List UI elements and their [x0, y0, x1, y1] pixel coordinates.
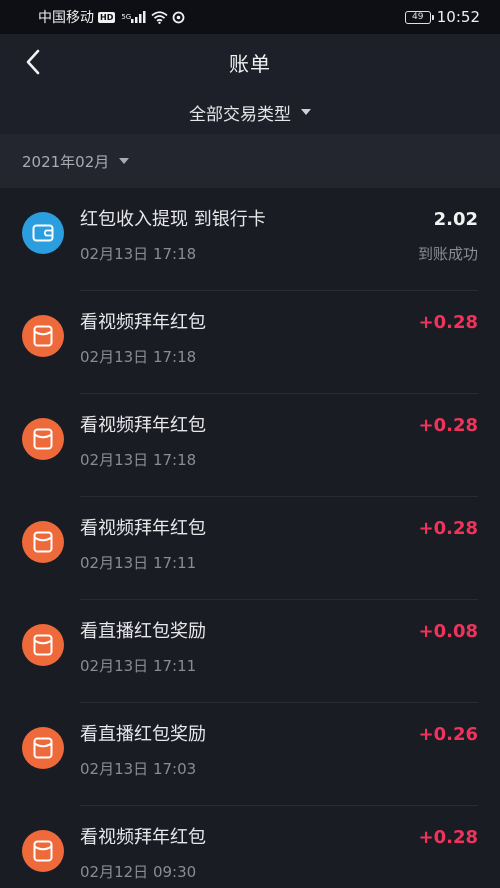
transaction-list: 红包收入提现 到银行卡 02月13日 17:18 2.02 到账成功 看视频拜年…: [0, 188, 500, 888]
transaction-item[interactable]: 看直播红包奖励 02月13日 17:03 +0.26: [0, 703, 500, 806]
month-label: 2021年02月: [22, 152, 110, 171]
transaction-amount: +0.26: [418, 724, 479, 745]
transaction-amount: 2.02: [433, 209, 478, 230]
transaction-amount: +0.28: [418, 415, 479, 436]
signal-icon: 5G: [119, 11, 147, 23]
transaction-status: 到账成功: [417, 245, 478, 263]
transaction-body: 看视频拜年红包 02月13日 17:11: [80, 517, 419, 573]
redpacket-icon: [22, 315, 64, 357]
caret-down-icon: [301, 109, 311, 115]
transaction-body: 看视频拜年红包 02月13日 17:18: [80, 311, 419, 367]
redpacket-icon: [22, 521, 64, 563]
carrier-name: 中国移动: [38, 10, 94, 26]
transaction-amount: +0.08: [418, 621, 479, 642]
transaction-title: 看视频拜年红包: [80, 827, 206, 848]
transaction-title: 红包收入提现 到银行卡: [80, 209, 266, 230]
month-selector[interactable]: 2021年02月: [0, 134, 500, 188]
wallet-icon: [22, 212, 64, 254]
transaction-title: 看直播红包奖励: [80, 724, 206, 745]
sync-icon: [172, 11, 185, 24]
transaction-amount: +0.28: [418, 518, 479, 539]
transaction-item[interactable]: 看直播红包奖励 02月13日 17:11 +0.08: [0, 600, 500, 703]
redpacket-icon: [22, 727, 64, 769]
transaction-right: +0.28: [419, 311, 479, 335]
transaction-item[interactable]: 看视频拜年红包 02月13日 17:18 +0.28: [0, 291, 500, 394]
transaction-item[interactable]: 看视频拜年红包 02月12日 09:30 +0.28: [0, 806, 500, 888]
status-bar: 中国移动 HD 5G 49 10:52: [0, 0, 500, 34]
battery-icon: 49: [404, 10, 434, 24]
transaction-time: 02月13日 17:18: [80, 451, 197, 469]
network-type: 5G: [121, 13, 132, 21]
transaction-item[interactable]: 看视频拜年红包 02月13日 17:11 +0.28: [0, 497, 500, 600]
status-time: 10:52: [436, 8, 480, 26]
wifi-icon: [151, 10, 168, 24]
transaction-right: +0.28: [419, 517, 479, 541]
transaction-right: +0.28: [419, 414, 479, 438]
transaction-title: 看视频拜年红包: [80, 518, 206, 539]
page-title: 账单: [229, 51, 271, 76]
transaction-body: 看视频拜年红包 02月13日 17:18: [80, 414, 419, 470]
transaction-amount: +0.28: [418, 827, 479, 848]
transaction-title: 看直播红包奖励: [80, 621, 206, 642]
redpacket-icon: [22, 418, 64, 460]
transaction-time: 02月13日 17:18: [80, 348, 197, 366]
transaction-body: 看直播红包奖励 02月13日 17:11: [80, 620, 419, 676]
filter-label: 全部交易类型: [189, 104, 291, 125]
back-button[interactable]: [18, 46, 48, 78]
transaction-time: 02月12日 09:30: [80, 863, 197, 881]
transaction-item[interactable]: 红包收入提现 到银行卡 02月13日 17:18 2.02 到账成功: [0, 188, 500, 291]
app-header: 账单: [0, 34, 500, 90]
transaction-right: +0.08: [419, 620, 479, 644]
transaction-right: +0.28: [419, 826, 479, 850]
transaction-time: 02月13日 17:03: [80, 760, 197, 778]
redpacket-icon: [22, 830, 64, 872]
chevron-left-icon: [26, 49, 40, 75]
transaction-body: 看直播红包奖励 02月13日 17:03: [80, 723, 419, 779]
transaction-time: 02月13日 17:18: [80, 245, 197, 263]
transaction-time: 02月13日 17:11: [80, 554, 197, 572]
transaction-body: 看视频拜年红包 02月12日 09:30: [80, 826, 419, 882]
transaction-type-filter[interactable]: 全部交易类型: [0, 90, 500, 134]
transaction-right: 2.02 到账成功: [418, 208, 478, 264]
transaction-item[interactable]: 看视频拜年红包 02月13日 17:18 +0.28: [0, 394, 500, 497]
caret-down-icon: [119, 158, 130, 164]
status-left: 中国移动 HD 5G: [38, 7, 185, 27]
transaction-title: 看视频拜年红包: [80, 312, 206, 333]
transaction-amount: +0.28: [418, 312, 479, 333]
transaction-body: 红包收入提现 到银行卡 02月13日 17:18: [80, 208, 418, 264]
status-right: 49 10:52: [404, 8, 480, 26]
transaction-title: 看视频拜年红包: [80, 415, 206, 436]
redpacket-icon: [22, 624, 64, 666]
transaction-time: 02月13日 17:11: [80, 657, 197, 675]
transaction-right: +0.26: [419, 723, 479, 747]
hd-badge: HD: [98, 11, 116, 23]
